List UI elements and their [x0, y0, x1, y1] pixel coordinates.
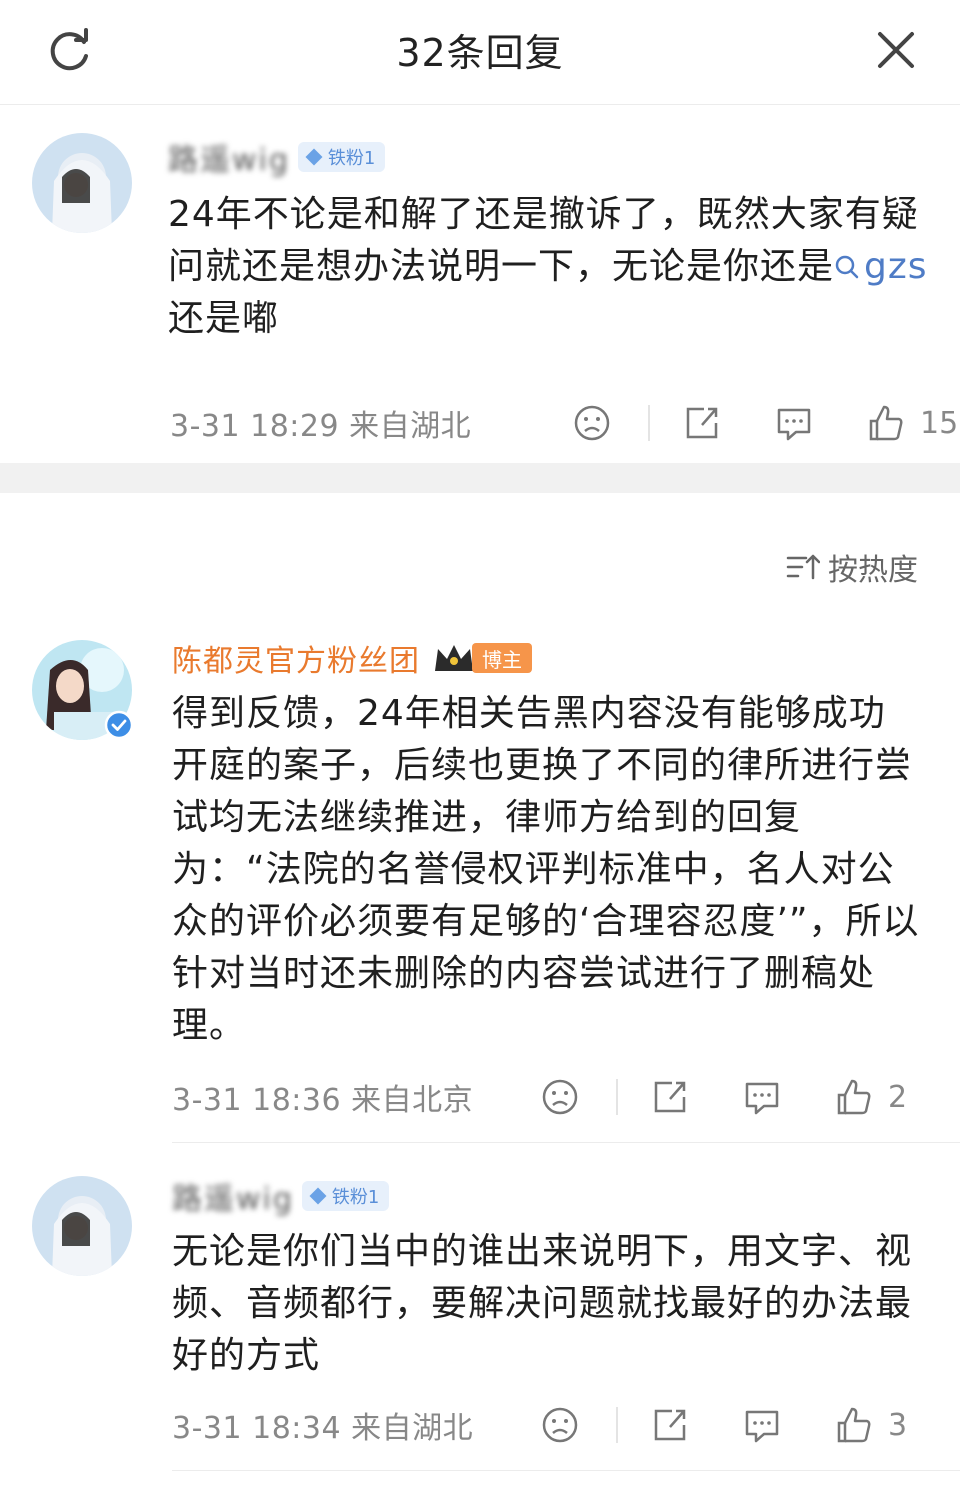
- like-count: 2: [888, 1079, 908, 1115]
- username[interactable]: 陈都灵官方粉丝团: [172, 636, 420, 680]
- reply-meta-text: 3-31 18:34 来自湖北: [172, 1403, 532, 1447]
- reply-text: 得到反馈，24年相关告黑内容没有能够成功开庭的案子，后续也更换了不同的律所进行尝…: [172, 693, 920, 1046]
- location: 来自北京: [351, 1083, 474, 1118]
- reply-text: 无论是你们当中的谁出来说明下，用文字、视频、音频都行，要解决问题就找最好的办法最…: [172, 1231, 913, 1376]
- comment-meta-text: 3-31 18:29 来自湖北: [170, 401, 530, 445]
- root-comment: 路遥wig 铁粉1 24年不论是和解了还是撤诉了，既然大家有疑问就还是想办法说明…: [0, 105, 960, 463]
- avatar[interactable]: [32, 133, 132, 233]
- timestamp: 3-31 18:34: [172, 1411, 342, 1446]
- avatar-image: [32, 1176, 132, 1276]
- host-badge: 博主: [472, 643, 532, 673]
- dialog-header: 32条回复: [0, 0, 960, 105]
- comment-text-part: 24年不论是和解了还是撤诉了，既然大家有疑问就还是想办法说明一下，无论是你还是: [168, 194, 919, 287]
- share-icon[interactable]: [650, 1405, 690, 1445]
- divider: [616, 1079, 618, 1115]
- divider: [648, 405, 650, 441]
- comment-text: 24年不论是和解了还是撤诉了，既然大家有疑问就还是想办法说明一下，无论是你还是 g…: [168, 189, 938, 345]
- like-count: 3: [888, 1407, 908, 1443]
- divider: [172, 1470, 960, 1471]
- close-icon[interactable]: [874, 28, 918, 72]
- section-divider: [0, 463, 960, 493]
- username[interactable]: 路遥wig: [172, 1174, 294, 1218]
- avatar[interactable]: [32, 1176, 132, 1276]
- user-row: 路遥wig 铁粉1: [172, 1174, 390, 1218]
- comment-meta: 3-31 18:29 来自湖北 15: [170, 398, 960, 448]
- share-icon[interactable]: [650, 1077, 690, 1117]
- fan-badge: 铁粉1: [297, 142, 386, 172]
- comment-icon[interactable]: [742, 1077, 782, 1117]
- divider: [172, 1142, 960, 1143]
- search-icon: [835, 255, 859, 279]
- user-row: 路遥wig 铁粉1: [168, 135, 386, 179]
- dislike-face-icon[interactable]: [540, 1077, 580, 1117]
- location: 来自湖北: [349, 409, 472, 444]
- reply-meta: 3-31 18:34 来自湖北 3: [172, 1400, 928, 1450]
- comment-icon[interactable]: [742, 1405, 782, 1445]
- comment-text-part: 还是嘟: [168, 298, 280, 339]
- dislike-face-icon[interactable]: [540, 1405, 580, 1445]
- reply-meta-text: 3-31 18:36 来自北京: [172, 1075, 532, 1119]
- crown-icon: [435, 645, 473, 671]
- diamond-icon: [305, 148, 323, 166]
- thumbs-up-icon[interactable]: [866, 403, 906, 443]
- sort-toggle[interactable]: 按热度: [786, 545, 918, 589]
- topic-label: gzs: [864, 246, 928, 287]
- location: 来自湖北: [351, 1411, 474, 1446]
- timestamp: 3-31 18:29: [170, 409, 340, 444]
- reply-meta: 3-31 18:36 来自北京 2: [172, 1072, 928, 1122]
- action-bar: 15: [572, 398, 960, 448]
- timestamp: 3-31 18:36: [172, 1083, 342, 1118]
- like-count: 15: [920, 405, 959, 441]
- divider: [616, 1407, 618, 1443]
- fan-badge-label: 铁粉1: [327, 148, 376, 169]
- dislike-face-icon[interactable]: [572, 403, 612, 443]
- avatar-image: [32, 133, 132, 233]
- thumbs-up-icon[interactable]: [834, 1405, 874, 1445]
- action-bar: 2: [540, 1072, 928, 1122]
- action-bar: 3: [540, 1400, 928, 1450]
- comment-icon[interactable]: [774, 403, 814, 443]
- user-row: 陈都灵官方粉丝团 博主: [172, 636, 532, 680]
- fan-badge-label: 铁粉1: [331, 1187, 380, 1208]
- verified-icon: [104, 710, 134, 740]
- dialog-title: 32条回复: [396, 31, 564, 75]
- username[interactable]: 路遥wig: [168, 135, 290, 179]
- fan-badge: 铁粉1: [301, 1181, 390, 1211]
- thumbs-up-icon[interactable]: [834, 1077, 874, 1117]
- topic-link[interactable]: gzs: [834, 246, 928, 287]
- sort-label: 按热度: [828, 553, 918, 588]
- sort-icon: [786, 554, 820, 580]
- share-icon[interactable]: [682, 403, 722, 443]
- diamond-icon: [309, 1187, 327, 1205]
